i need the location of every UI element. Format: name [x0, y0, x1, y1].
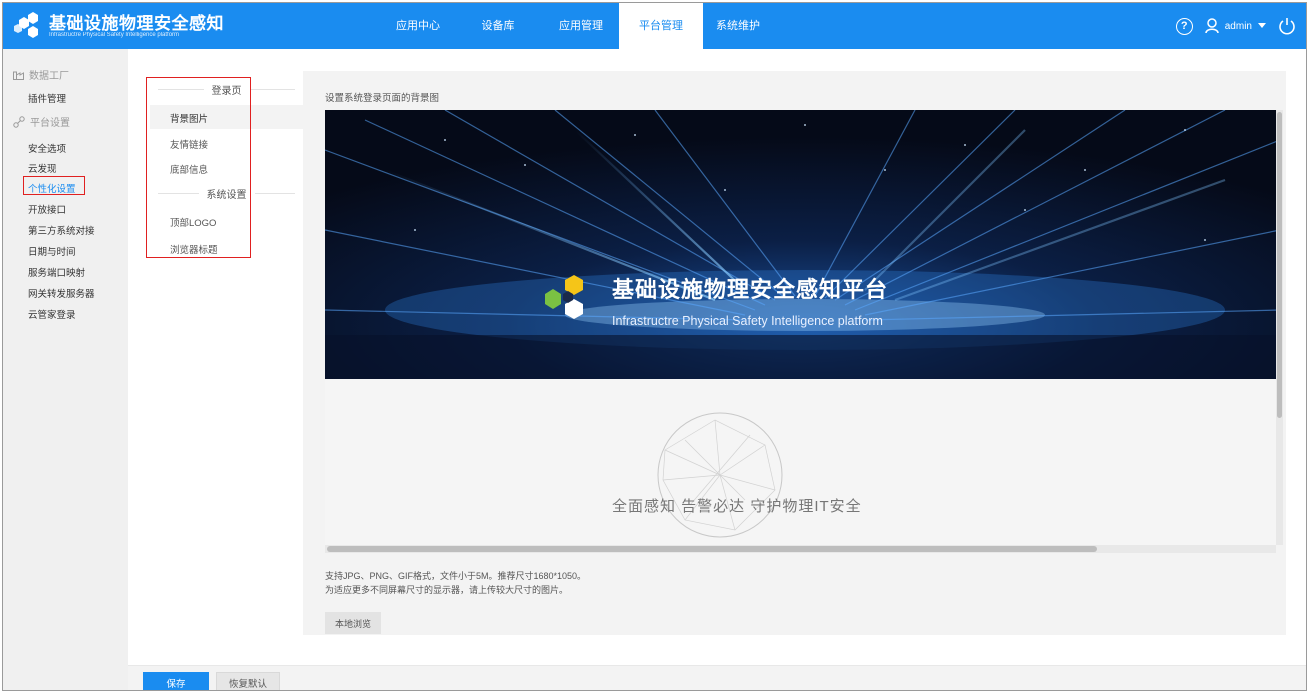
- nav-system-maintenance[interactable]: 系统维护: [703, 3, 773, 49]
- preview-background-graphic: [325, 110, 1280, 379]
- sidebar: 数据工厂 插件管理 平台设置 安全选项 云发现 个性化设置 开放接口 第三方系统…: [3, 49, 128, 690]
- main-nav: 应用中心 设备库 应用管理 平台管理 系统维护: [383, 3, 773, 49]
- background-preview: 基础设施物理安全感知平台 Infrastructre Physical Safe…: [325, 110, 1280, 545]
- top-bar: 基础设施物理安全感知 Infrastructre Physical Safety…: [3, 3, 1306, 49]
- setting-description: 设置系统登录页面的背景图: [325, 93, 440, 104]
- settings-icon: [13, 115, 25, 128]
- globe-icon: [657, 412, 783, 538]
- top-right-tools: ? admin: [1175, 3, 1296, 49]
- highlight-box-subnav: [146, 77, 251, 258]
- horizontal-scroll-thumb[interactable]: [327, 546, 1097, 552]
- sidebar-group-label: 数据工厂: [29, 71, 69, 82]
- nav-app-center[interactable]: 应用中心: [383, 3, 453, 49]
- content-panel: 登录页 背景图片 友情链接 底部信息 系统设置 顶部LOGO 浏览器标题 设置系…: [146, 71, 1286, 635]
- preview-logo-icon: [545, 275, 583, 319]
- user-menu[interactable]: admin: [1205, 18, 1266, 34]
- nav-app-management[interactable]: 应用管理: [543, 3, 619, 49]
- preview-hero-image: 基础设施物理安全感知平台 Infrastructre Physical Safe…: [325, 110, 1280, 379]
- app-title: 基础设施物理安全感知: [49, 14, 224, 33]
- sidebar-group-data-factory: 数据工厂: [13, 67, 69, 82]
- app-logo-icon: [14, 12, 38, 38]
- help-icon[interactable]: ?: [1175, 17, 1193, 35]
- save-button[interactable]: 保存: [143, 672, 209, 690]
- nav-platform-management[interactable]: 平台管理: [619, 3, 703, 49]
- vertical-scroll-thumb[interactable]: [1277, 112, 1282, 418]
- power-icon[interactable]: [1278, 17, 1296, 35]
- preview-tagline: 全面感知 告警必达 守护物理IT安全: [612, 498, 862, 515]
- upload-hint-formats: 支持JPG、PNG、GIF格式，文件小于5M。推荐尺寸1680*1050。: [325, 571, 587, 581]
- sidebar-item-cloud-discovery[interactable]: 云发现: [28, 161, 57, 175]
- sidebar-item-gateway-server[interactable]: 网关转发服务器: [28, 286, 95, 300]
- sidebar-item-open-api[interactable]: 开放接口: [28, 202, 66, 216]
- username: admin: [1224, 20, 1252, 32]
- sidebar-item-security-options[interactable]: 安全选项: [28, 141, 66, 155]
- bottom-action-bar: 保存 恢复默认: [128, 665, 1306, 690]
- factory-icon: [13, 71, 24, 80]
- app-window: 基础设施物理安全感知 Infrastructre Physical Safety…: [2, 2, 1307, 691]
- user-icon: [1205, 18, 1219, 34]
- restore-default-button[interactable]: 恢复默认: [216, 672, 280, 690]
- nav-device-library[interactable]: 设备库: [453, 3, 543, 49]
- preview-vertical-scrollbar[interactable]: [1276, 110, 1283, 545]
- upload-hint-size: 为适应更多不同屏幕尺寸的显示器，请上传较大尺寸的图片。: [325, 585, 569, 595]
- sidebar-group-platform-settings: 平台设置: [13, 114, 70, 129]
- local-browse-button[interactable]: 本地浏览: [325, 612, 381, 634]
- sidebar-item-cloud-butler-login[interactable]: 云管家登录: [28, 307, 76, 321]
- sidebar-item-port-mapping[interactable]: 服务端口映射: [28, 265, 85, 279]
- caret-down-icon: [1258, 23, 1266, 28]
- highlight-box-sidebar: [23, 176, 85, 195]
- sidebar-group-label: 平台设置: [30, 118, 70, 129]
- preview-horizontal-scrollbar[interactable]: [325, 545, 1276, 553]
- main-area: 登录页 背景图片 友情链接 底部信息 系统设置 顶部LOGO 浏览器标题 设置系…: [128, 49, 1306, 690]
- sidebar-item-plugin-management[interactable]: 插件管理: [28, 91, 66, 105]
- sub-nav: 登录页 背景图片 友情链接 底部信息 系统设置 顶部LOGO 浏览器标题: [146, 71, 303, 635]
- preview-title: 基础设施物理安全感知平台: [612, 277, 889, 302]
- sidebar-item-third-party[interactable]: 第三方系统对接: [28, 223, 95, 237]
- sidebar-item-date-time[interactable]: 日期与时间: [28, 244, 76, 258]
- app-subtitle: Infrastructre Physical Safety Intelligen…: [49, 32, 180, 38]
- preview-subtitle: Infrastructre Physical Safety Intelligen…: [612, 314, 883, 328]
